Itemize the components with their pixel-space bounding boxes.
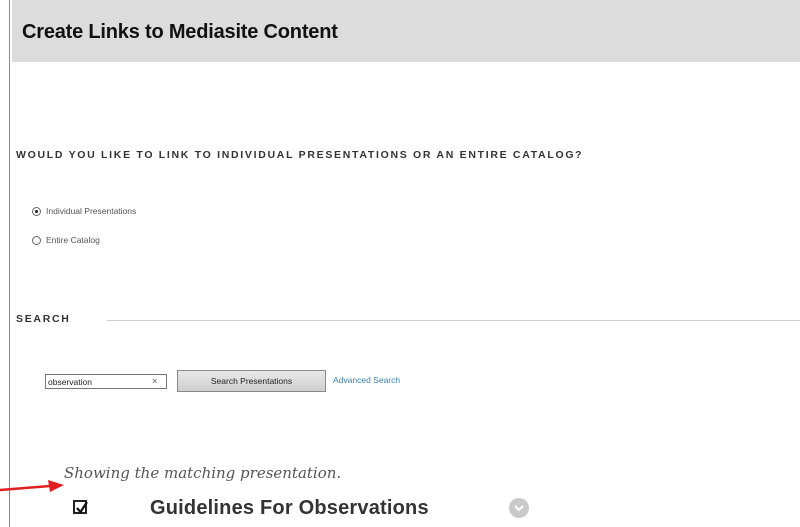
radio-option-individual-presentations[interactable]: Individual Presentations — [32, 206, 136, 216]
advanced-search-link[interactable]: Advanced Search — [333, 375, 400, 385]
section-divider — [107, 320, 800, 321]
search-input[interactable] — [46, 375, 148, 388]
link-type-question: WOULD YOU LIKE TO LINK TO INDIVIDUAL PRE… — [16, 149, 584, 161]
red-arrow-annotation-icon — [0, 480, 64, 492]
chevron-down-icon[interactable] — [509, 498, 529, 518]
checkmark-icon — [76, 501, 88, 514]
results-message: Showing the matching presentation. — [64, 464, 342, 482]
page: Create Links to Mediasite Content WOULD … — [0, 0, 800, 527]
result-checkbox[interactable] — [73, 500, 88, 514]
radio-label: Entire Catalog — [46, 235, 100, 245]
search-presentations-button[interactable]: Search Presentations — [177, 370, 326, 392]
radio-button[interactable] — [32, 235, 41, 245]
presentation-title[interactable]: Guidelines For Observations — [150, 497, 429, 520]
clear-search-icon[interactable]: × — [152, 375, 157, 388]
radio-label: Individual Presentations — [46, 206, 137, 216]
page-title: Create Links to Mediasite Content — [22, 21, 338, 43]
search-field[interactable]: × — [45, 374, 167, 389]
left-border-line — [9, 0, 10, 527]
radio-button-selected[interactable] — [32, 206, 41, 216]
search-section-label: SEARCH — [16, 313, 71, 325]
radio-option-entire-catalog[interactable]: Entire Catalog — [32, 235, 100, 245]
